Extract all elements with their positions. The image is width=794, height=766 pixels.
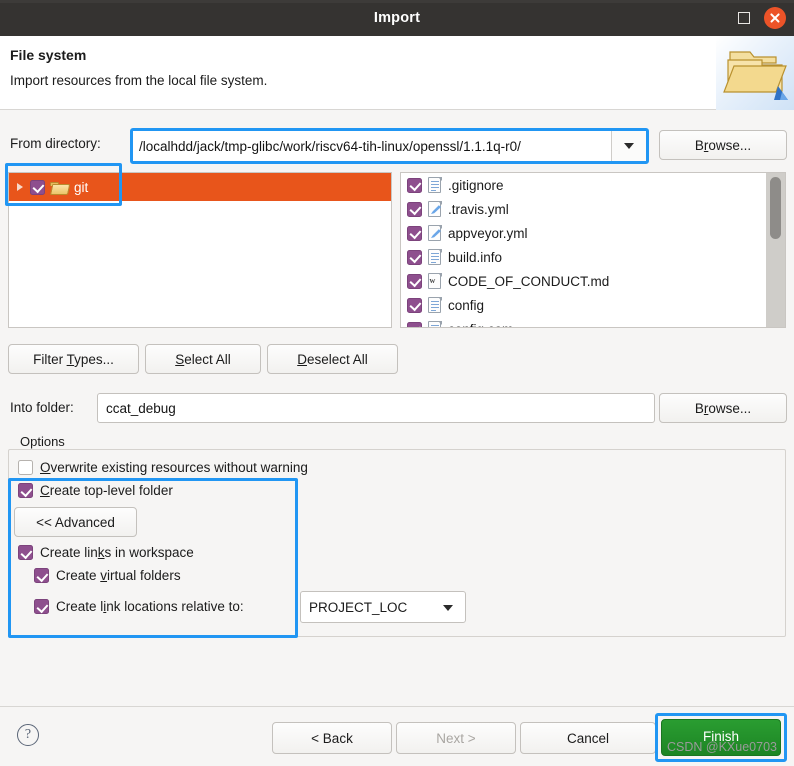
into-folder-label: Into folder: [10, 400, 74, 415]
file-list-scrollbar[interactable] [766, 173, 785, 327]
file-name: config [448, 297, 485, 313]
relative-to-value: PROJECT_LOC [309, 599, 408, 615]
create-virtual-folders-checkbox[interactable] [34, 568, 49, 583]
source-tree-pane[interactable]: git [8, 172, 392, 328]
scrollbar-thumb[interactable] [770, 177, 781, 239]
page-header: File system Import resources from the lo… [0, 36, 794, 110]
create-virtual-folders-label: Create virtual folders [56, 568, 181, 583]
into-folder-input[interactable] [97, 393, 655, 423]
tree-row[interactable]: git [9, 173, 391, 201]
file-checkbox[interactable] [407, 321, 422, 327]
file-name: CODE_OF_CONDUCT.md [448, 273, 610, 289]
select-all-label: Select All [175, 351, 231, 367]
relative-to-combo[interactable]: PROJECT_LOC [300, 591, 466, 623]
back-button[interactable]: < Back [272, 722, 392, 754]
from-directory-label: From directory: [10, 136, 101, 151]
cancel-button[interactable]: Cancel [520, 722, 656, 754]
file-checkbox[interactable] [407, 249, 422, 265]
list-item[interactable]: config.com [401, 317, 766, 328]
list-item[interactable]: build.info [401, 245, 766, 269]
create-link-locations-label: Create link locations relative to: [56, 599, 244, 614]
window-title: Import [373, 10, 421, 26]
file-name: appveyor.yml [448, 225, 528, 241]
browse-directory-button[interactable]: Browse... [659, 130, 787, 160]
finish-button[interactable]: Finish [661, 719, 781, 756]
option-create-virtual-folders[interactable]: Create virtual folders [34, 568, 181, 583]
deselect-all-button[interactable]: Deselect All [267, 344, 398, 374]
select-all-button[interactable]: Select All [145, 344, 261, 374]
chevron-down-icon[interactable] [612, 131, 646, 161]
list-item[interactable]: config [401, 293, 766, 317]
option-create-top-level-folder[interactable]: Create top-level folder [18, 483, 173, 498]
deselect-all-label: Deselect All [297, 351, 368, 367]
create-link-locations-checkbox[interactable] [34, 599, 49, 614]
page-subtitle: Import resources from the local file sys… [10, 73, 268, 88]
list-item[interactable]: .gitignore [401, 173, 766, 197]
file-name: build.info [448, 249, 503, 265]
file-document-icon [428, 297, 442, 313]
file-name: .travis.yml [448, 201, 509, 217]
browse-directory-label: Browse... [694, 137, 752, 153]
next-button: Next > [396, 722, 516, 754]
file-checkbox[interactable] [407, 273, 422, 289]
browse-into-folder-button[interactable]: Browse... [659, 393, 787, 423]
footer-separator [0, 706, 794, 707]
title-bar-top-edge [0, 0, 794, 3]
overwrite-existing-label: Overwrite existing resources without war… [40, 460, 308, 475]
from-directory-combo[interactable] [130, 128, 649, 164]
file-document-icon [428, 321, 442, 327]
list-item[interactable]: w CODE_OF_CONDUCT.md [401, 269, 766, 293]
tree-node-label: git [74, 179, 89, 195]
tree-node-checkbox[interactable] [30, 179, 45, 195]
file-markdown-icon: w [428, 273, 442, 289]
file-name: config.com [448, 322, 513, 328]
triangle-right-icon[interactable] [17, 183, 23, 191]
create-links-checkbox[interactable] [18, 545, 33, 560]
list-item[interactable]: appveyor.yml [401, 221, 766, 245]
option-create-link-locations[interactable]: Create link locations relative to: [34, 599, 244, 614]
close-x-icon[interactable] [764, 7, 786, 29]
window-controls [738, 0, 786, 36]
folder-icon [50, 181, 67, 194]
file-document-icon [428, 177, 442, 193]
file-checkbox[interactable] [407, 297, 422, 313]
import-dialog: Import File system Import resources from… [0, 0, 794, 766]
overwrite-existing-checkbox[interactable] [18, 460, 33, 475]
page-title: File system [10, 47, 87, 63]
list-item[interactable]: .travis.yml [401, 197, 766, 221]
browse-into-folder-label: Browse... [694, 400, 752, 416]
maximize-square-icon[interactable] [738, 12, 750, 24]
file-checkbox[interactable] [407, 225, 422, 241]
file-document-icon [428, 249, 442, 265]
file-edit-icon [428, 201, 442, 217]
options-group-title: Options [16, 434, 69, 449]
help-question-icon[interactable]: ? [17, 724, 39, 746]
file-name: .gitignore [448, 177, 504, 193]
create-top-level-folder-checkbox[interactable] [18, 483, 33, 498]
file-checkbox[interactable] [407, 201, 422, 217]
from-directory-input[interactable] [133, 131, 612, 161]
chevron-down-icon[interactable] [443, 598, 465, 616]
advanced-toggle-button[interactable]: << Advanced [14, 507, 137, 537]
file-list-items: .gitignore .travis.yml appveyor.yml buil… [401, 173, 766, 328]
filter-types-label: Filter Types... [33, 351, 114, 367]
open-folder-icon [716, 36, 794, 110]
file-edit-icon [428, 225, 442, 241]
create-top-level-folder-label: Create top-level folder [40, 483, 173, 498]
title-bar: Import [0, 0, 794, 36]
filter-types-button[interactable]: Filter Types... [8, 344, 139, 374]
option-overwrite-existing[interactable]: Overwrite existing resources without war… [18, 460, 308, 475]
file-list-pane[interactable]: .gitignore .travis.yml appveyor.yml buil… [400, 172, 786, 328]
file-checkbox[interactable] [407, 177, 422, 193]
option-create-links-in-workspace[interactable]: Create links in workspace [18, 545, 194, 560]
create-links-label: Create links in workspace [40, 545, 194, 560]
triangle-down-glyph [624, 143, 634, 149]
